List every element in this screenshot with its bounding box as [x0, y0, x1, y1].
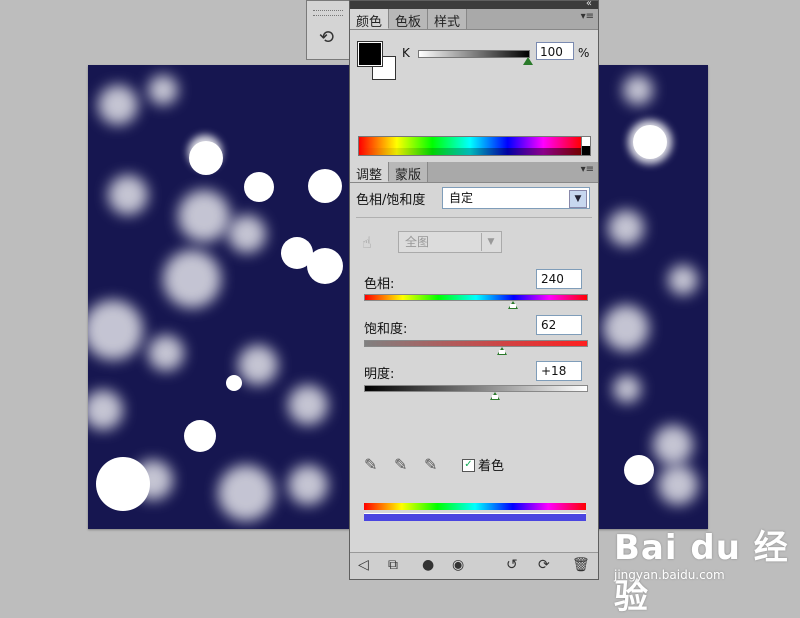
saturation-input[interactable]: 62: [536, 315, 582, 335]
foreground-color-swatch[interactable]: [357, 41, 383, 67]
hue-slider[interactable]: [364, 294, 588, 301]
on-image-adjust-hand-icon[interactable]: ☝: [362, 233, 372, 252]
eyedropper-minus-icon[interactable]: ✎: [424, 455, 437, 474]
clip-layer-icon[interactable]: ⧉: [388, 557, 398, 573]
preset-dropdown[interactable]: 自定 ▼: [442, 187, 590, 209]
saturation-slider-thumb[interactable]: [496, 347, 507, 355]
panel-menu-icon[interactable]: ▾≡: [581, 11, 594, 22]
tab-swatches[interactable]: 色板: [389, 9, 429, 30]
color-spectrum-ramp[interactable]: [358, 136, 582, 156]
watermark-url: jingyan.baidu.com: [614, 568, 725, 582]
baidu-jingyan-watermark: Bai du 经验 jingyan.baidu.com: [600, 512, 800, 617]
k-unit-label: %: [578, 46, 590, 60]
visibility-icon[interactable]: ◉: [452, 557, 464, 573]
colorize-checkbox[interactable]: ✓: [462, 459, 475, 472]
chevron-down-icon: ▼: [481, 233, 500, 251]
panel-grip[interactable]: [313, 10, 343, 16]
lightness-slider[interactable]: [364, 385, 588, 392]
divider: [356, 217, 592, 218]
input-color-bar: [364, 503, 586, 510]
delete-icon[interactable]: 🗑: [572, 557, 590, 573]
collapse-icon[interactable]: «: [586, 0, 592, 9]
mask-icon[interactable]: ●: [422, 557, 434, 573]
collapsed-panel-strip: ⟲: [306, 0, 350, 60]
k-slider-thumb[interactable]: [523, 57, 533, 65]
saturation-slider[interactable]: [364, 340, 588, 347]
adjustments-footer: ◁ ⧉ ● ◉ ↺ ⟳ 🗑: [350, 552, 598, 579]
panel-dock-titlebar[interactable]: «: [350, 0, 598, 9]
preset-value: 自定: [449, 191, 474, 205]
reset-icon[interactable]: ⟳: [538, 557, 550, 573]
k-channel-label: K: [402, 46, 410, 60]
eyedropper-icon[interactable]: ✎: [364, 455, 377, 474]
hue-slider-thumb[interactable]: [507, 301, 518, 309]
tab-color[interactable]: 颜色: [350, 9, 390, 30]
output-color-bar: [364, 513, 586, 521]
tab-masks[interactable]: 蒙版: [389, 162, 429, 183]
colorize-label: 着色: [478, 459, 505, 474]
lightness-slider-thumb[interactable]: [489, 392, 500, 400]
hue-label: 色相:: [364, 277, 395, 292]
adjustments-panel-tabs: 调整 蒙版 ▾≡: [350, 162, 598, 183]
adjustments-panel-menu-icon[interactable]: ▾≡: [581, 164, 594, 175]
range-value: 全图: [405, 235, 430, 249]
color-panel: K 100 %: [350, 30, 598, 162]
hue-input[interactable]: 240: [536, 269, 582, 289]
lightness-label: 明度:: [364, 367, 395, 382]
color-panel-tabs: 颜色 色板 样式 ▾≡: [350, 9, 598, 30]
chevron-down-icon[interactable]: ▼: [569, 190, 587, 208]
adjustment-title: 色相/饱和度: [356, 193, 426, 208]
k-value-input[interactable]: 100: [536, 42, 574, 60]
k-slider[interactable]: [418, 50, 530, 58]
lightness-input[interactable]: +18: [536, 361, 582, 381]
view-previous-icon[interactable]: ↺: [506, 557, 518, 573]
back-icon[interactable]: ◁: [358, 557, 369, 573]
history-icon[interactable]: ⟲: [319, 27, 334, 48]
range-dropdown: 全图 ▼: [398, 231, 502, 253]
panel-dock: « 颜色 色板 样式 ▾≡ K 100 % 调整 蒙版 ▾≡ 色相/饱和度 自定…: [349, 0, 599, 580]
tab-adjustments[interactable]: 调整: [350, 162, 390, 183]
black-white-swatch[interactable]: [581, 136, 591, 156]
eyedropper-plus-icon[interactable]: ✎: [394, 455, 407, 474]
hue-saturation-panel: 色相/饱和度 自定 ▼ ☝ 全图 ▼ 色相: 240 饱和度: 62 明度: +…: [350, 183, 598, 583]
tab-styles[interactable]: 样式: [428, 9, 468, 30]
saturation-label: 饱和度:: [364, 322, 408, 337]
